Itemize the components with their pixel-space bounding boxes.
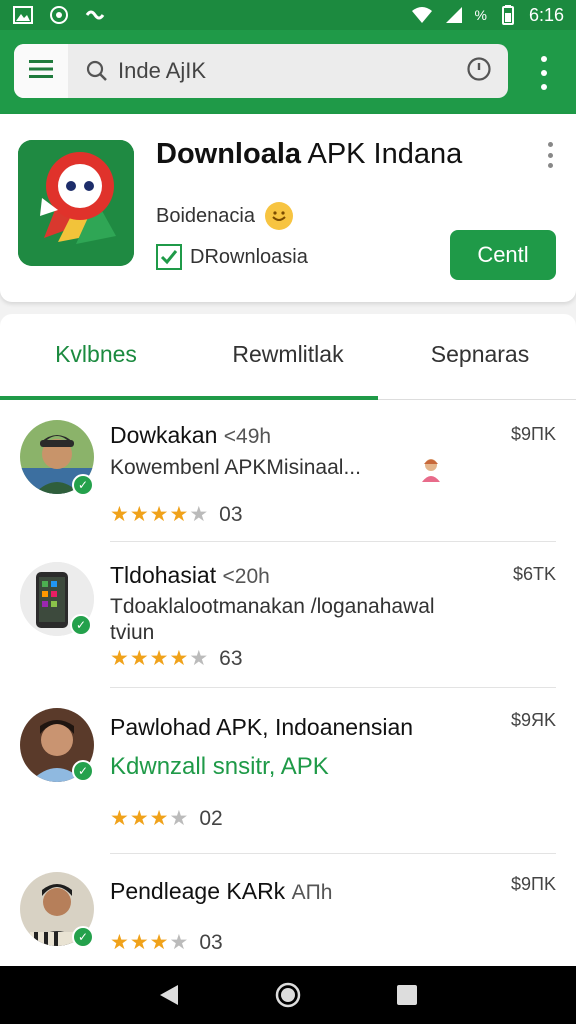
item-price: $9ЯK [510,710,556,730]
star-rating-icon: ★★★★★ [110,647,210,670]
review-list: ✓ Dowkakan <49h $9ПK Kowembenl APKMisina… [0,400,576,966]
app-developer: Boidenacia [156,202,293,230]
tab-2[interactable]: Rewmlitlak [192,314,384,394]
back-button[interactable] [149,975,189,1015]
search-bar[interactable]: Inde AjIK [14,44,508,98]
person-emoji-icon [420,456,442,487]
app-logo-icon [18,140,134,266]
back-triangle-icon [160,985,179,1005]
install-button[interactable]: Centl [450,230,556,280]
search-icon [86,60,108,82]
recents-square-icon [396,985,417,1005]
more-vert-icon [547,142,553,147]
history-icon[interactable] [466,56,492,87]
item-title: Pendleage KARk AΠh [110,878,333,904]
tab-1[interactable]: Kvlbnes [0,314,192,394]
rating-count: 02 [199,806,223,830]
rating: ★★★★★ 63 [110,646,243,671]
star-rating-icon: ★★★★ [110,807,190,830]
whatsapp-icon [48,5,70,25]
verified-badge-icon: ✓ [72,926,94,948]
verified-row[interactable]: DRownloasia [156,244,308,270]
status-bar: % 6:16 [0,0,576,30]
smiley-emoji-icon [264,202,293,230]
item-desc: Tdoaklalootmanakan /loganahawal tviun [110,595,435,644]
app-bar: Inde AjIK [0,30,576,114]
item-desc: Kdwnzall snsitr, APK [110,753,329,780]
system-nav-bar [0,966,576,1024]
star-rating-icon: ★★★★★ [110,503,210,526]
list-item[interactable]: ✓ Dowkakan <49h $9ПK Kowembenl APKMisina… [0,400,576,542]
menu-button[interactable] [14,44,68,98]
item-price: $9ПK [511,874,556,894]
list-item[interactable]: ✓ Pawlohad APK, Indoanensian $9ЯK Kdwnza… [0,688,576,854]
rating: ★★★★★ 03 [110,502,243,527]
hamburger-icon [29,59,53,83]
verified-badge-icon: ✓ [70,614,92,636]
rating-count: 03 [219,502,243,526]
item-price: $6TK [512,564,556,584]
tab-bar: Kvlbnes Rewmlitlak Sepnaras [0,314,576,400]
wifi-icon [411,5,433,25]
link-icon [84,5,106,25]
more-vert-icon [541,56,547,62]
list-item[interactable]: ✓ Pendleage KARk AΠh $9ПK ★★★★ 03 [0,854,576,966]
star-rating-icon: ★★★★ [110,931,190,954]
item-title: Tldohasiat <20h [110,562,270,588]
rating: ★★★★ 02 [110,806,223,831]
item-desc: Kowembenl APKMisinaal... [110,456,361,479]
home-circle-icon [275,982,301,1008]
tab-3[interactable]: Sepnaras [384,314,576,394]
app-overflow-button[interactable] [546,142,554,168]
status-time: 6:16 [528,4,564,25]
recents-button[interactable] [387,975,427,1015]
rating-count: 63 [219,646,243,670]
checkbox[interactable] [156,244,182,270]
checkbox-label: DRownloasia [190,245,308,268]
item-title: Pawlohad APK, Indoanensian [110,714,414,740]
item-price: $9ПK [511,424,556,444]
rating-count: 03 [199,930,223,954]
overflow-menu-button[interactable] [532,56,556,90]
battery-icon [497,5,519,25]
home-button[interactable] [268,975,308,1015]
item-title: Dowkakan <49h [110,422,272,448]
verified-badge-icon: ✓ [72,760,94,782]
verified-badge-icon: ✓ [72,474,94,496]
battery-percent: % [474,7,487,23]
app-card: Downloala APK Indana Boidenacia DRownloa… [0,114,576,302]
rating: ★★★★ 03 [110,930,223,955]
gallery-icon [12,5,34,25]
signal-icon [443,5,465,25]
search-input[interactable]: Inde AjIK [118,58,466,84]
app-title: Downloala APK Indana [156,138,463,170]
list-item[interactable]: ✓ Tldohasiat <20h $6TK Tdoaklalootmanaka… [0,542,576,688]
